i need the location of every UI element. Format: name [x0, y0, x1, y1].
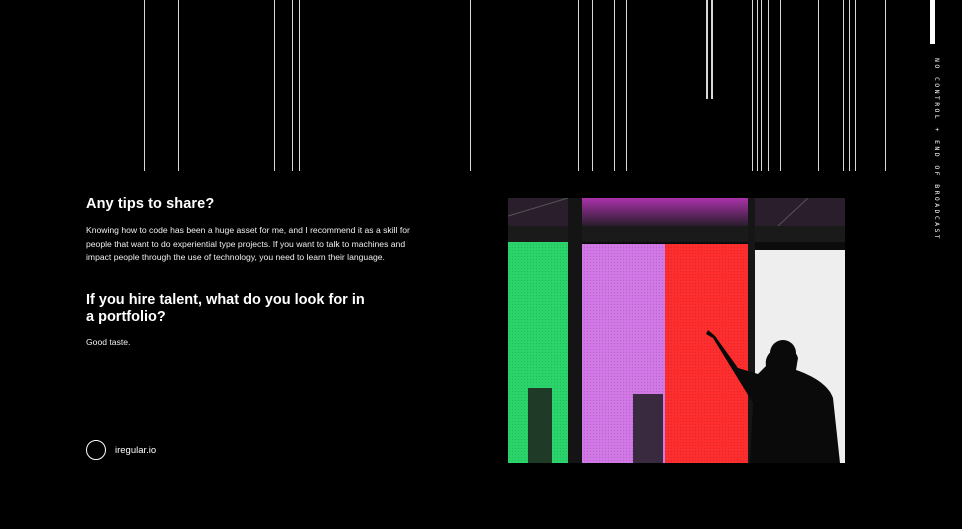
tips-answer: Knowing how to code has been a huge asse… — [86, 225, 410, 263]
scroll-indicator-bar — [930, 0, 935, 44]
portfolio-question: If you hire talent, what do you look for… — [86, 292, 365, 325]
feature-photo — [508, 198, 845, 463]
tips-question: Any tips to share? — [86, 196, 215, 212]
portfolio-answer: Good taste. — [86, 337, 131, 347]
silhouette-led-wall-photo-icon — [508, 198, 845, 463]
decorative-vertical-lines — [0, 0, 962, 171]
circle-icon — [86, 440, 106, 460]
side-caption: NO CONTROL + END OF BROADCAST — [933, 58, 941, 242]
site-link[interactable]: iregular.io — [86, 440, 156, 460]
site-link-label: iregular.io — [115, 444, 157, 456]
